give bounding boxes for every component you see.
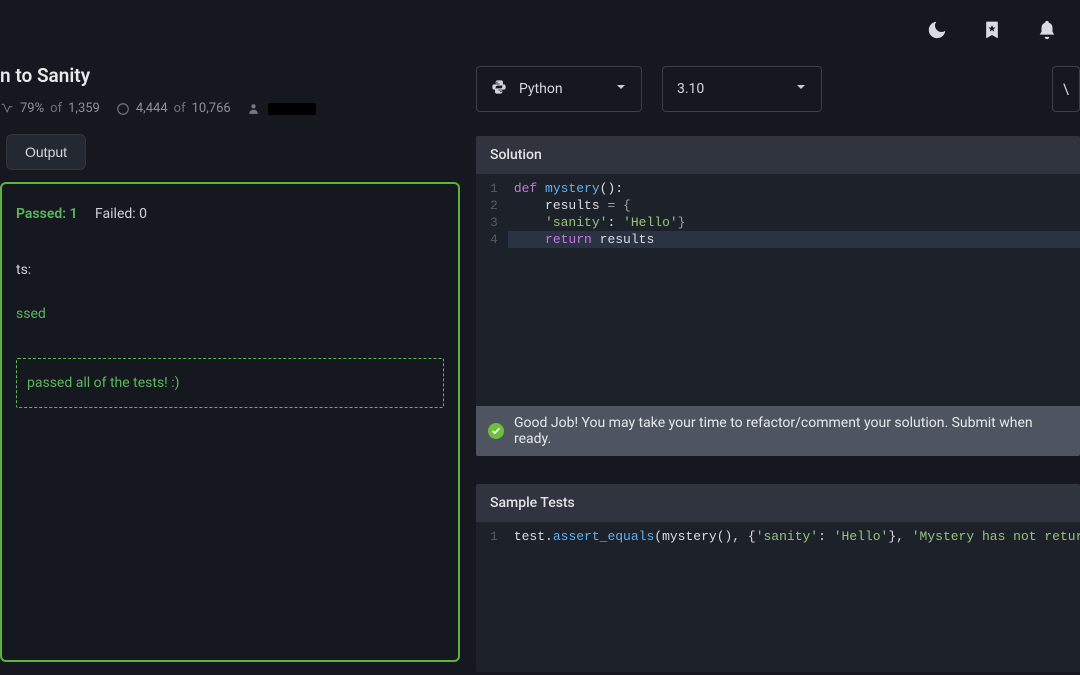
selectors-row: Python 3.10 \ <box>476 66 1080 112</box>
test-results: Passed: 1 Failed: 0 ts: ssed passed all … <box>0 182 460 662</box>
chevron-down-icon <box>795 81 821 97</box>
moon-icon[interactable] <box>926 19 948 41</box>
tests-label: ts: <box>16 262 444 278</box>
results-summary: Passed: 1 Failed: 0 <box>16 206 444 222</box>
author-stat[interactable] <box>247 102 316 115</box>
completion-total: 1,359 <box>68 101 100 116</box>
kata-stats: 79% of 1,359 4,444 of 10,766 <box>0 101 460 116</box>
language-select[interactable]: Python <box>476 66 642 112</box>
tests-panel: Sample Tests 1 test.assert_equals(myster… <box>476 484 1080 672</box>
votes-stat: 4,444 of 10,766 <box>116 101 231 116</box>
author-name <box>268 103 316 115</box>
tests-editor[interactable]: 1 test.assert_equals(mystery(), {'sanity… <box>476 522 1080 672</box>
votes-done: 4,444 <box>136 101 168 116</box>
left-panel: n to Sanity 79% of 1,359 4,444 of 10,766… <box>0 60 460 662</box>
bookmark-icon[interactable] <box>982 19 1002 41</box>
chevron-down-icon <box>615 81 641 97</box>
tests-header: Sample Tests <box>476 484 1080 522</box>
solution-code[interactable]: def mystery(): results = { 'sanity': 'He… <box>508 174 1080 406</box>
tests-code[interactable]: test.assert_equals(mystery(), {'sanity':… <box>508 522 1080 672</box>
solution-panel: Solution 1234 def mystery(): results = {… <box>476 136 1080 456</box>
version-label: 3.10 <box>677 81 704 97</box>
tests-status: ssed <box>16 306 444 322</box>
votes-total: 10,766 <box>192 101 231 116</box>
version-select[interactable]: 3.10 <box>662 66 822 112</box>
of-word: of <box>50 101 62 116</box>
output-tab-group: Output <box>6 134 460 170</box>
bell-icon[interactable] <box>1036 19 1058 41</box>
good-job-banner: Good Job! You may take your time to refa… <box>476 406 1080 456</box>
solution-editor[interactable]: 1234 def mystery(): results = { 'sanity'… <box>476 174 1080 406</box>
python-icon <box>491 79 507 99</box>
kata-title: n to Sanity <box>0 60 460 87</box>
good-job-text: Good Job! You may take your time to refa… <box>514 415 1068 447</box>
right-panel: Python 3.10 \ Solution 1234 def mystery(… <box>476 66 1080 675</box>
tests-gutter: 1 <box>476 522 508 672</box>
of-word: of <box>174 101 186 116</box>
top-icon-bar <box>926 0 1080 60</box>
editor-mode-chip[interactable]: \ <box>1052 66 1080 112</box>
completion-stat: 79% of 1,359 <box>0 101 100 116</box>
output-tab[interactable]: Output <box>6 134 86 170</box>
solution-header: Solution <box>476 136 1080 174</box>
solution-gutter: 1234 <box>476 174 508 406</box>
congrats-banner: passed all of the tests! :) <box>16 358 444 408</box>
language-label: Python <box>519 81 563 97</box>
completion-pct: 79% <box>20 101 44 116</box>
check-icon <box>488 423 504 439</box>
